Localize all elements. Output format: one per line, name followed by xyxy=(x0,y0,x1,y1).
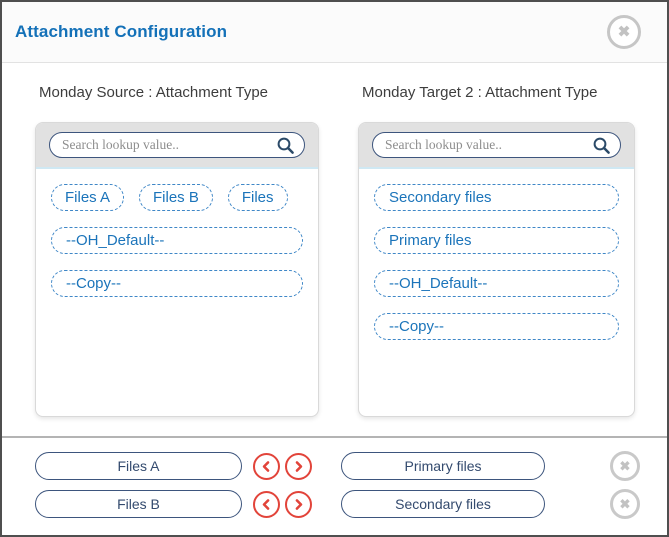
target-column-header: Monday Target 2 : Attachment Type xyxy=(362,84,635,101)
close-icon: ✖ xyxy=(618,24,631,39)
target-pill[interactable]: Primary files xyxy=(374,227,619,254)
target-search-input[interactable] xyxy=(385,137,592,153)
search-icon xyxy=(592,136,611,155)
target-pill[interactable]: --Copy-- xyxy=(374,313,619,340)
chevron-left-icon xyxy=(259,459,274,474)
mapping-source-button[interactable]: Files A xyxy=(35,452,242,480)
move-right-button[interactable] xyxy=(285,453,312,480)
source-pill[interactable]: Files B xyxy=(139,184,213,211)
remove-mapping-button[interactable]: ✖ xyxy=(610,489,640,519)
mapping-row: Files B Secondary files ✖ xyxy=(35,489,667,519)
source-pill[interactable]: --OH_Default-- xyxy=(51,227,303,254)
dialog-title: Attachment Configuration xyxy=(15,22,227,42)
dialog-close-button[interactable]: ✖ xyxy=(607,15,641,49)
source-search-input[interactable] xyxy=(62,137,276,153)
target-panel-body: Secondary files Primary files --OH_Defau… xyxy=(359,169,634,356)
source-column: Monday Source : Attachment Type xyxy=(35,84,319,417)
mapping-row: Files A Primary files ✖ xyxy=(35,451,667,481)
mapping-source-button[interactable]: Files B xyxy=(35,490,242,518)
source-pill-row: Files A Files B Files xyxy=(51,184,303,211)
target-pill[interactable]: --OH_Default-- xyxy=(374,270,619,297)
remove-icon: ✖ xyxy=(620,497,631,510)
source-pill[interactable]: --Copy-- xyxy=(51,270,303,297)
source-panel: Files A Files B Files --OH_Default-- --C… xyxy=(35,122,319,417)
mapping-target-button[interactable]: Secondary files xyxy=(341,490,545,518)
dialog-body: Monday Source : Attachment Type xyxy=(2,63,667,417)
move-left-button[interactable] xyxy=(253,491,280,518)
attachment-configuration-dialog: Attachment Configuration ✖ Monday Source… xyxy=(0,0,669,537)
source-pill[interactable]: Files A xyxy=(51,184,124,211)
move-right-button[interactable] xyxy=(285,491,312,518)
target-column: Monday Target 2 : Attachment Type xyxy=(358,84,635,417)
target-search-bar xyxy=(359,123,634,169)
target-panel: Secondary files Primary files --OH_Defau… xyxy=(358,122,635,417)
mapping-target-button[interactable]: Primary files xyxy=(341,452,545,480)
source-search-bar xyxy=(36,123,318,169)
move-left-button[interactable] xyxy=(253,453,280,480)
remove-mapping-button[interactable]: ✖ xyxy=(610,451,640,481)
target-pill[interactable]: Secondary files xyxy=(374,184,619,211)
chevron-left-icon xyxy=(259,497,274,512)
source-search-box xyxy=(49,132,305,158)
search-icon xyxy=(276,136,295,155)
source-column-header: Monday Source : Attachment Type xyxy=(39,84,319,101)
source-panel-body: Files A Files B Files --OH_Default-- --C… xyxy=(36,169,318,313)
chevron-right-icon xyxy=(291,497,306,512)
dialog-header: Attachment Configuration ✖ xyxy=(2,2,667,63)
remove-icon: ✖ xyxy=(620,459,631,472)
target-search-box xyxy=(372,132,621,158)
mapping-area: Files A Primary files ✖ Files B xyxy=(2,438,667,519)
chevron-right-icon xyxy=(291,459,306,474)
source-pill[interactable]: Files xyxy=(228,184,288,211)
